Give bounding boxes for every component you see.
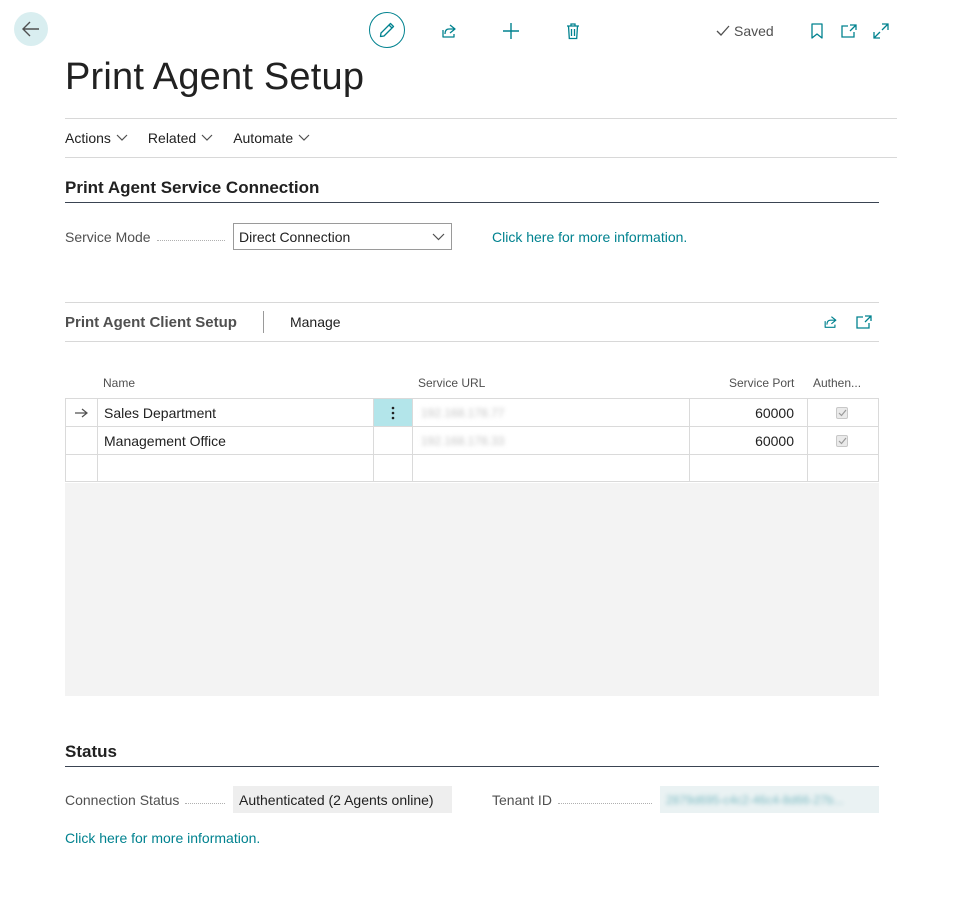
client-setup-grid: Sales Department 192.168.178.77 60000 Ma… — [65, 398, 879, 482]
row-actions-menu-button[interactable] — [374, 399, 412, 426]
menu-automate[interactable]: Automate — [233, 130, 310, 146]
checkmark-icon — [716, 25, 730, 37]
connection-status-label: Connection Status — [65, 792, 180, 808]
bookmark-button[interactable] — [806, 19, 828, 43]
row-name-cell[interactable]: Management Office — [104, 427, 372, 454]
chevron-down-icon — [201, 134, 213, 142]
connection-section-title[interactable]: Print Agent Service Connection — [65, 178, 319, 198]
share-button[interactable] — [437, 19, 461, 43]
share-icon — [440, 22, 458, 40]
column-header-service-port[interactable]: Service Port — [729, 376, 794, 390]
saved-status: Saved — [716, 22, 774, 40]
table-row-empty[interactable] — [65, 454, 879, 482]
section-divider — [65, 202, 879, 203]
tenant-id-label: Tenant ID — [492, 792, 552, 808]
service-mode-select[interactable]: Direct Connection — [233, 223, 452, 250]
table-row[interactable]: Management Office 192.168.178.33 60000 — [65, 426, 879, 454]
row-service-port-cell[interactable]: 60000 — [690, 399, 794, 426]
connection-status-label-row: Connection Status — [65, 792, 231, 808]
menu-related[interactable]: Related — [148, 130, 213, 146]
expand-button[interactable] — [870, 19, 892, 43]
table-row[interactable]: Sales Department 192.168.178.77 60000 — [65, 398, 879, 426]
client-setup-part-header: Print Agent Client Setup Manage — [65, 303, 879, 341]
tenant-id-label-row: Tenant ID — [492, 792, 658, 808]
saved-label: Saved — [734, 23, 774, 39]
connection-status-value: Authenticated (2 Agents online) — [233, 786, 452, 813]
column-header-name[interactable]: Name — [103, 376, 135, 390]
pencil-icon — [378, 21, 396, 39]
menu-automate-label: Automate — [233, 130, 294, 146]
plus-icon — [502, 22, 520, 40]
open-new-window-button[interactable] — [838, 19, 860, 43]
grid-empty-area — [65, 483, 879, 696]
action-menu-bar: Actions Related Automate — [65, 118, 897, 158]
status-info-link[interactable]: Click here for more information. — [65, 830, 260, 846]
part-share-button[interactable] — [820, 313, 840, 331]
part-bottom-divider — [65, 341, 879, 342]
service-mode-label: Service Mode — [65, 229, 151, 245]
row-authenticated-checkbox — [836, 399, 850, 426]
open-in-new-window-icon — [841, 24, 857, 38]
section-divider — [65, 766, 879, 767]
menu-bottom-divider — [65, 157, 897, 158]
part-header-separator — [262, 311, 264, 333]
service-mode-label-row: Service Mode — [65, 229, 231, 245]
delete-button[interactable] — [561, 19, 585, 43]
service-mode-value: Direct Connection — [239, 228, 351, 245]
menu-actions-label: Actions — [65, 130, 111, 146]
connection-info-link[interactable]: Click here for more information. — [492, 229, 687, 245]
status-section-title[interactable]: Status — [65, 742, 117, 762]
tenant-id-value-field: 2879d695-c4c2-46c4-8d66-27b... — [660, 786, 879, 813]
menu-actions[interactable]: Actions — [65, 130, 128, 146]
trash-icon — [565, 22, 581, 40]
row-service-url-cell[interactable]: 192.168.178.77 — [421, 399, 681, 426]
label-leader-dots — [557, 802, 652, 804]
page-title: Print Agent Setup — [65, 56, 365, 98]
part-expand-button[interactable] — [854, 313, 874, 331]
arrow-left-icon — [22, 21, 40, 37]
column-header-service-url[interactable]: Service URL — [418, 376, 485, 390]
row-service-port-cell[interactable]: 60000 — [690, 427, 794, 454]
back-button[interactable] — [14, 12, 48, 46]
expand-icon — [873, 23, 889, 39]
new-button[interactable] — [499, 19, 523, 43]
chevron-down-icon — [298, 134, 310, 142]
checkmark-icon — [836, 434, 848, 447]
manage-button[interactable]: Manage — [290, 314, 341, 330]
menu-related-label: Related — [147, 130, 197, 146]
row-authenticated-checkbox — [836, 427, 850, 454]
row-service-url-cell[interactable]: 192.168.178.33 — [421, 427, 681, 454]
share-icon — [822, 314, 839, 330]
open-in-new-window-icon — [856, 315, 872, 329]
edit-button[interactable] — [369, 12, 405, 48]
label-leader-dots — [156, 239, 225, 241]
label-leader-dots — [185, 802, 225, 804]
vertical-ellipsis-icon — [391, 406, 395, 420]
tenant-id-value: 2879d695-c4c2-46c4-8d66-27b... — [666, 792, 844, 807]
row-name-cell[interactable]: Sales Department — [104, 399, 372, 426]
checkmark-icon — [836, 406, 848, 419]
chevron-down-icon — [116, 134, 128, 142]
bookmark-icon — [811, 23, 823, 39]
client-setup-title[interactable]: Print Agent Client Setup — [65, 314, 237, 331]
chevron-down-icon — [432, 233, 445, 241]
current-row-arrow-icon — [74, 399, 96, 426]
column-header-authenticated[interactable]: Authen... — [813, 376, 861, 390]
